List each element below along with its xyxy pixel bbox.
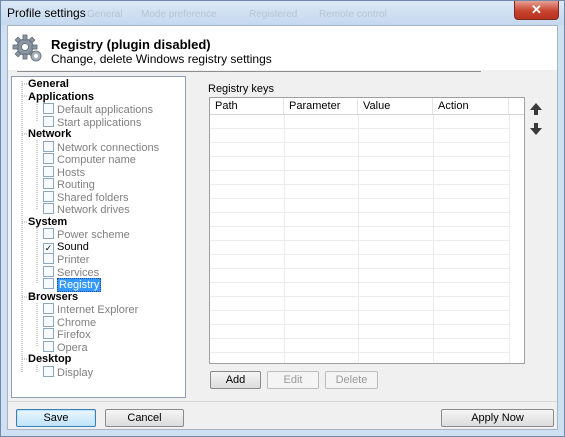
- tree-group-desktop[interactable]: Desktop: [28, 353, 71, 366]
- tree-checkbox[interactable]: [43, 191, 54, 202]
- tree-item-label: Registry: [57, 278, 102, 292]
- tree-checkbox[interactable]: [43, 178, 54, 189]
- page-title: Registry (plugin disabled): [51, 37, 211, 52]
- registry-keys-label: Registry keys: [208, 83, 275, 95]
- tree-item-label: Display: [57, 367, 94, 379]
- table-header: Path Parameter Value Action: [210, 98, 524, 115]
- tree-group-general[interactable]: General: [28, 78, 69, 91]
- header-divider: [17, 71, 481, 72]
- tree-item-label: Applications: [28, 91, 95, 103]
- tree-item-label: General: [28, 78, 69, 90]
- tree-checkbox[interactable]: [43, 266, 54, 277]
- tree-item-internet-explorer[interactable]: Internet Explorer: [43, 303, 138, 316]
- tree-item-label: Browsers: [28, 291, 79, 303]
- add-button[interactable]: Add: [210, 371, 261, 389]
- tree-checkbox[interactable]: [43, 116, 54, 127]
- footer-divider: [8, 401, 557, 402]
- tree-checkbox[interactable]: [43, 203, 54, 214]
- title-bar: Profile settings General Mode preference…: [1, 1, 564, 25]
- page-subtitle: Change, delete Windows registry settings: [51, 52, 272, 66]
- edit-button[interactable]: Edit: [267, 371, 319, 389]
- tree-checkbox[interactable]: [43, 141, 54, 152]
- registry-keys-table[interactable]: Path Parameter Value Action: [209, 97, 525, 364]
- tree-item-computer-name[interactable]: Computer name: [43, 153, 136, 166]
- tree-item-label: Network drives: [57, 204, 130, 216]
- background-window-text: Registered: [249, 9, 298, 20]
- tree-checkbox[interactable]: [43, 316, 54, 327]
- background-window-text: Mode preference: [141, 9, 217, 20]
- apply-now-button[interactable]: Apply Now: [441, 409, 554, 427]
- tree-checkbox[interactable]: [43, 366, 54, 377]
- column-header-parameter[interactable]: Parameter: [284, 98, 358, 114]
- close-button[interactable]: ✕: [514, 1, 559, 20]
- tree-item-label: Printer: [57, 254, 90, 266]
- tree-checkbox[interactable]: [43, 153, 54, 164]
- tree-checkbox[interactable]: [43, 253, 54, 264]
- tree-item-registry[interactable]: Registry: [43, 278, 102, 292]
- tree-item-printer[interactable]: Printer: [43, 253, 89, 266]
- tree-checkbox[interactable]: [43, 166, 54, 177]
- cancel-button[interactable]: Cancel: [105, 409, 184, 427]
- column-header-value[interactable]: Value: [358, 98, 433, 114]
- tree-item-display[interactable]: Display: [43, 366, 93, 379]
- tree-item-label: Firefox: [57, 329, 91, 341]
- arrow-down-icon: [530, 123, 542, 135]
- settings-tree[interactable]: General Applications Default applications S…: [11, 76, 186, 398]
- tree-item-firefox[interactable]: Firefox: [43, 328, 91, 341]
- tree-checkbox[interactable]: [43, 103, 54, 114]
- tree-item-power-scheme[interactable]: Power scheme: [43, 228, 130, 241]
- tree-item-label: Routing: [57, 179, 95, 191]
- tree-checkbox[interactable]: [43, 328, 54, 339]
- tree-item-routing[interactable]: Routing: [43, 178, 95, 191]
- tree-checkbox[interactable]: [43, 303, 54, 314]
- table-body: [210, 115, 510, 363]
- header-panel: Registry (plugin disabled) Change, delet…: [8, 26, 557, 70]
- tree-item-label: Computer name: [57, 154, 136, 166]
- tree-item-label: Network: [28, 128, 72, 140]
- delete-button[interactable]: Delete: [325, 371, 378, 389]
- tree-item-label: System: [28, 216, 68, 228]
- tree-item-default-applications[interactable]: Default applications: [43, 103, 153, 116]
- background-window-text: General: [87, 9, 123, 20]
- tree-item-network-drives[interactable]: Network drives: [43, 203, 130, 216]
- tree-checkbox[interactable]: [43, 228, 54, 239]
- tree-checkbox[interactable]: [43, 341, 54, 352]
- move-down-button[interactable]: [529, 122, 543, 136]
- tree-item-label: Internet Explorer: [57, 304, 139, 316]
- tree-item-label: Power scheme: [57, 229, 130, 241]
- save-button[interactable]: Save: [16, 409, 96, 427]
- window-title: Profile settings: [7, 6, 86, 20]
- tree-item-label: Sound: [57, 241, 89, 253]
- tree-item-label: Default applications: [57, 104, 154, 116]
- dialog-client-area: Registry (plugin disabled) Change, delet…: [7, 25, 558, 430]
- gear-icon: [12, 34, 42, 62]
- tree-checkbox[interactable]: [43, 278, 54, 289]
- tree-item-label: Desktop: [28, 353, 72, 365]
- arrow-up-icon: [530, 103, 542, 115]
- profile-settings-window: Profile settings General Mode preference…: [0, 0, 565, 437]
- column-header-path[interactable]: Path: [210, 98, 284, 114]
- close-icon: ✕: [531, 2, 542, 17]
- column-header-action[interactable]: Action: [433, 98, 509, 114]
- tree-group-network[interactable]: Network: [28, 128, 71, 141]
- background-window-text: Remote control: [319, 9, 387, 20]
- move-up-button[interactable]: [529, 102, 543, 116]
